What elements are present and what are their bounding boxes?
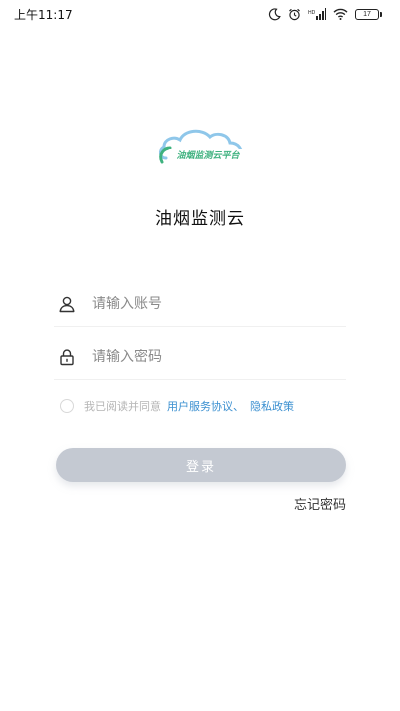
wifi-icon (333, 8, 348, 20)
status-icons: HD 17 (268, 7, 382, 21)
account-field[interactable] (54, 281, 346, 327)
login-screen: 上午11:17 HD 17 油烟监测云平台 油烟监测云 请输入账号 我已阅读并同… (0, 0, 400, 711)
alarm-icon (289, 8, 300, 20)
forgot-password-link[interactable]: 忘记密码 (294, 494, 346, 513)
user-agreement-link[interactable]: 用户服务协议、 (167, 398, 244, 414)
password-field[interactable] (54, 334, 346, 380)
password-input[interactable] (92, 348, 332, 365)
app-logo: 油烟监测云平台 (158, 129, 248, 164)
agree-checkbox[interactable] (60, 399, 74, 413)
status-bar: 上午11:17 HD 17 (0, 0, 400, 28)
app-title: 油烟监测云 (155, 209, 245, 229)
battery-icon: 17 (355, 8, 382, 20)
svg-text:HD: HD (308, 10, 316, 16)
user-icon (56, 293, 78, 315)
login-button[interactable]: 登录 (56, 448, 346, 482)
battery-level: 17 (355, 8, 379, 20)
status-time: 上午11:17 (14, 7, 73, 22)
moon-icon (268, 7, 281, 20)
logo-text: 油烟监测云平台 (176, 150, 240, 161)
lock-icon (56, 346, 78, 368)
agree-text: 我已阅读并同意 (84, 400, 161, 413)
account-input[interactable] (92, 295, 332, 312)
agreement-row: 我已阅读并同意 用户服务协议、 隐私政策 (60, 396, 300, 416)
signal-icon: HD (308, 8, 326, 20)
privacy-policy-link[interactable]: 隐私政策 (250, 398, 294, 414)
